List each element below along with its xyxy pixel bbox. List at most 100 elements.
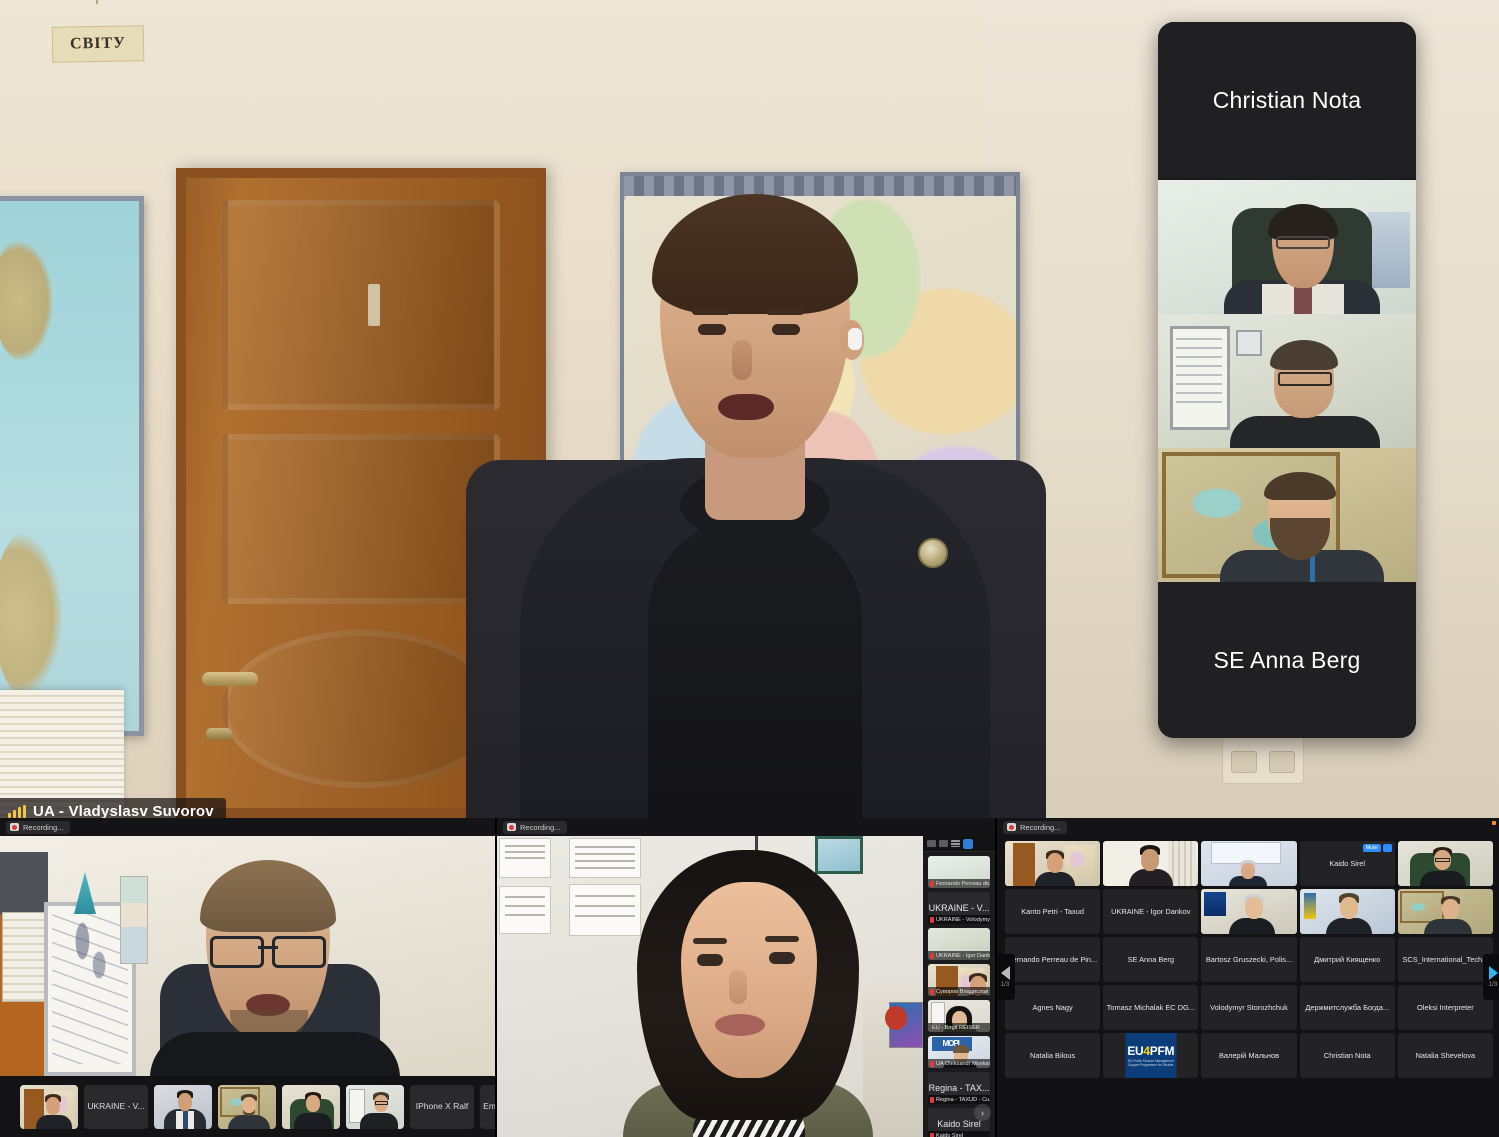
list-item[interactable]: Суворов Владислав: [928, 964, 990, 996]
screen-left[interactable]: Recording... UKRAINE - V... IPhone X Ral…: [0, 818, 495, 1137]
list-item[interactable]: [346, 1084, 404, 1129]
zoom-window-overlay[interactable]: Christian Nota SE Anna Berg: [1158, 22, 1416, 738]
left-filmstrip[interactable]: UKRAINE - V... IPhone X Ralf Em: [0, 1076, 495, 1137]
gallery-cell[interactable]: SE Anna Berg: [1103, 937, 1199, 982]
list-item[interactable]: [282, 1084, 340, 1129]
recording-bar-left: Recording...: [0, 818, 495, 836]
participant-tile-video-1[interactable]: [1158, 180, 1416, 314]
hair-shape: [1270, 340, 1338, 370]
speaker-mouth: [718, 394, 774, 420]
mic-muted-icon: [930, 952, 934, 959]
gallery-view-icon[interactable]: [951, 840, 960, 847]
gallery-cell[interactable]: Natalia Shevelova: [1397, 1033, 1493, 1078]
wall-outlet: [1222, 736, 1304, 784]
gallery-cell[interactable]: UKRAINE - Igor Dankov: [1103, 889, 1199, 934]
main-speaker-stage[interactable]: СВІТУ Christian Nota SE Anna Berg UA - V…: [0, 0, 1499, 818]
participant-tile-video-3[interactable]: [1158, 448, 1416, 582]
list-item[interactable]: [20, 1084, 78, 1129]
speaker-view-icon[interactable]: [939, 840, 948, 847]
rail-list: Fernando Perreau de... UKRAINE - V... UK…: [923, 852, 995, 1137]
gallery-cell[interactable]: Kanto Petri - Taxud: [1005, 889, 1101, 934]
gallery-next-page-button[interactable]: 1/3: [1483, 954, 1499, 1000]
list-item[interactable]: Regina - TAX... Regina - TAXUD - Cu...: [928, 1072, 990, 1104]
list-item[interactable]: EU - Birgit REISER: [928, 1000, 990, 1032]
fullscreen-view-icon[interactable]: [963, 838, 973, 849]
gallery-cell[interactable]: [1299, 889, 1395, 934]
list-item[interactable]: [154, 1084, 212, 1129]
door-panel-bottom: [222, 630, 500, 788]
list-item[interactable]: UKRAINE - Igor Dankov: [928, 928, 990, 960]
gallery-prev-page-button[interactable]: 1/3: [997, 954, 1015, 1000]
gallery-cell[interactable]: EU4PFM EU Public Finance Management Supp…: [1103, 1033, 1199, 1078]
list-item[interactable]: Fernando Perreau de...: [928, 856, 990, 888]
participant-tile-name-top[interactable]: Christian Nota: [1158, 22, 1416, 178]
gallery-cell[interactable]: [1201, 889, 1297, 934]
recording-indicator-left[interactable]: Recording...: [6, 820, 71, 834]
left-speaker-video[interactable]: [0, 836, 495, 1076]
gallery-cell[interactable]: [1005, 841, 1101, 886]
eyebrow-left: [693, 938, 727, 944]
gallery-cell[interactable]: [1201, 841, 1297, 886]
speaker-eye-right: [772, 324, 800, 335]
gallery-cell[interactable]: Fernando Perreau de Pin...: [1005, 937, 1101, 982]
gallery-cell[interactable]: [1103, 841, 1199, 886]
more-options-icon[interactable]: [1382, 844, 1392, 852]
eye-right: [769, 952, 795, 964]
eye-left: [697, 954, 723, 966]
list-item[interactable]: UKRAINE - V...: [84, 1084, 148, 1129]
list-item[interactable]: MOPL UA Oleksandr Moskal...: [928, 1036, 990, 1068]
gallery-cell-label: Bartosz Gruszecki, Polis...: [1205, 955, 1293, 964]
gallery-cell[interactable]: [1397, 889, 1493, 934]
gallery-cell[interactable]: [1397, 841, 1493, 886]
gallery-cell[interactable]: Oleksi Interpreter: [1397, 985, 1493, 1030]
gallery-cell[interactable]: Bartosz Gruszecki, Polis...: [1201, 937, 1297, 982]
gallery-cell[interactable]: Tomasz Michalak EC DG...: [1103, 985, 1199, 1030]
list-item[interactable]: IPhone X Ralf: [410, 1084, 474, 1129]
list-item-name: Fernando Perreau de...: [928, 879, 990, 888]
gallery-cell[interactable]: SCS_International_Tech...: [1397, 937, 1493, 982]
wall-photos: [120, 876, 148, 964]
recording-icon: [10, 823, 19, 831]
speaker-hair: [652, 194, 858, 314]
lapel-pin-icon: [918, 538, 948, 568]
mic-muted-icon: [930, 916, 934, 923]
screen-right[interactable]: Recording... 1/3 1/3 Mute Kaido Sirel Ka…: [995, 818, 1499, 1137]
gallery-cell[interactable]: Agnes Nagy: [1005, 985, 1101, 1030]
participant-tile-video-2[interactable]: [1158, 314, 1416, 448]
door-handle: [202, 672, 258, 686]
list-item-label: UKRAINE - Igor Dankov: [936, 952, 990, 959]
thumbnail-video: [1299, 889, 1395, 934]
list-item[interactable]: [218, 1084, 276, 1129]
gallery-grid: Mute Kaido Sirel Kanto Petri - Taxud UKR…: [1005, 841, 1493, 1078]
middle-speaker-video[interactable]: [497, 836, 925, 1137]
framed-picture: [815, 836, 863, 874]
gallery-cell[interactable]: Mute Kaido Sirel: [1299, 841, 1395, 886]
gallery-cell[interactable]: Volodymyr Storozhchuk: [1201, 985, 1297, 1030]
gallery-view[interactable]: 1/3 1/3 Mute Kaido Sirel Kanto Petri - T…: [997, 836, 1499, 1137]
rail-next-button[interactable]: ›: [974, 1104, 991, 1121]
screen-middle[interactable]: Recording... Fernando Perreau de... UKRA…: [495, 818, 995, 1137]
gallery-cell[interactable]: Дмитрий Киященко: [1299, 937, 1395, 982]
jacket-shape: [360, 1112, 398, 1129]
list-item[interactable]: Emmanouil K...: [480, 1084, 495, 1129]
gallery-cell[interactable]: Christian Nota: [1299, 1033, 1395, 1078]
jacket-shape: [1230, 416, 1380, 448]
gallery-cell[interactable]: Держмитслужба Богда...: [1299, 985, 1395, 1030]
recording-indicator-right[interactable]: Recording...: [1003, 820, 1068, 834]
glasses-icon: [1276, 236, 1330, 249]
participant-tile-name-bottom[interactable]: SE Anna Berg: [1158, 582, 1416, 738]
recording-bar-right: Recording...: [997, 818, 1499, 836]
minimize-view-icon[interactable]: [927, 840, 936, 847]
mute-controls[interactable]: Mute: [1362, 844, 1392, 852]
mute-button[interactable]: Mute: [1362, 844, 1381, 852]
recording-indicator-middle[interactable]: Recording...: [503, 820, 568, 834]
thumbnail-video: [282, 1084, 340, 1129]
gallery-cell[interactable]: Валерій Мальнов: [1201, 1033, 1297, 1078]
middle-participant-rail[interactable]: Fernando Perreau de... UKRAINE - V... UK…: [923, 836, 995, 1137]
signal-bars-icon: [8, 804, 26, 818]
view-mode-toolbar[interactable]: [923, 836, 995, 852]
chevron-right-icon: [1488, 966, 1498, 980]
list-item[interactable]: UKRAINE - V... UKRAINE - Volodymy...: [928, 892, 990, 924]
gallery-cell[interactable]: Natalia Bilous: [1005, 1033, 1101, 1078]
head-shape: [1047, 853, 1063, 873]
